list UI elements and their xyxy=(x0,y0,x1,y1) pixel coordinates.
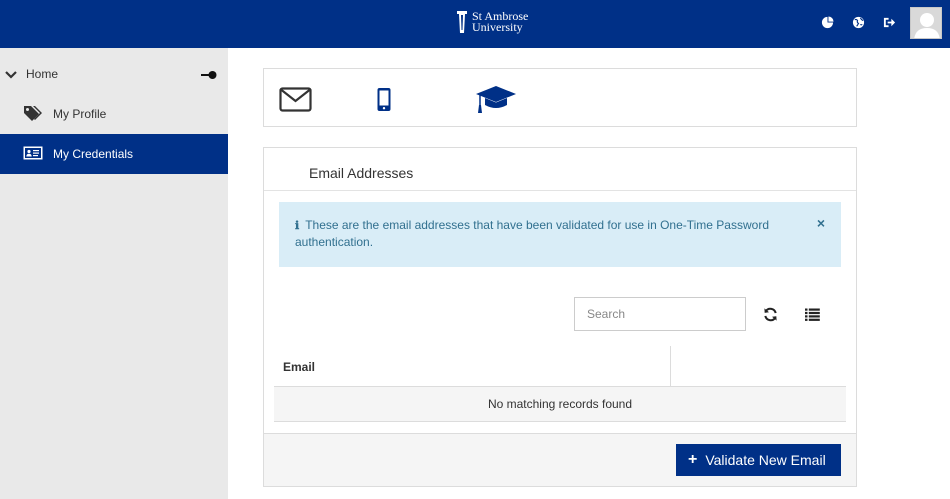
panel-footer: + Validate New Email xyxy=(264,433,856,486)
main-content: Email Addresses ℹ These are the email add… xyxy=(228,48,950,499)
table-header-row: Email xyxy=(274,346,846,387)
columns-button[interactable] xyxy=(804,306,820,322)
envelope-icon xyxy=(279,87,312,112)
tab-email[interactable] xyxy=(279,87,312,115)
column-header-email[interactable]: Email xyxy=(283,360,315,374)
panel-title: Email Addresses xyxy=(309,165,414,181)
refresh-icon xyxy=(763,307,777,321)
mobile-icon xyxy=(377,88,391,111)
user-avatar[interactable] xyxy=(910,7,942,39)
sidebar-item-my-profile[interactable]: My Profile xyxy=(0,94,228,134)
tab-mobile[interactable] xyxy=(376,87,392,115)
info-icon: ℹ xyxy=(295,219,300,232)
email-addresses-panel: Email Addresses ℹ These are the email add… xyxy=(263,147,857,487)
alert-message: ℹ These are the email addresses that have… xyxy=(295,217,795,251)
alert-text: These are the email addresses that have … xyxy=(295,218,769,249)
header-actions xyxy=(820,15,896,29)
column-divider xyxy=(670,346,671,387)
close-icon[interactable]: × xyxy=(817,216,825,230)
chevron-down-icon xyxy=(5,71,17,79)
logo-line-2: University xyxy=(472,20,523,34)
graduation-cap-icon xyxy=(476,86,516,113)
logo-mark-icon xyxy=(457,11,467,33)
credential-type-tabs xyxy=(263,68,857,127)
sidebar-item-my-credentials[interactable]: My Credentials xyxy=(0,134,228,174)
empty-table-message: No matching records found xyxy=(487,397,633,411)
sidebar-item-label: My Credentials xyxy=(53,147,134,161)
top-bar: St Ambrose University xyxy=(0,0,950,48)
table-row: No matching records found xyxy=(274,387,846,422)
panel-header: Email Addresses xyxy=(264,148,856,191)
sidebar-item-label: Home xyxy=(26,67,59,81)
tags-icon xyxy=(24,106,42,121)
refresh-button[interactable] xyxy=(762,306,778,322)
pie-chart-icon[interactable] xyxy=(820,15,834,29)
sidebar-item-home[interactable]: Home xyxy=(0,64,228,86)
logo-text: St Ambrose University xyxy=(472,10,528,34)
id-card-icon xyxy=(23,146,43,160)
tab-education[interactable] xyxy=(475,84,517,117)
sidebar: Home My Profile My Credentials xyxy=(0,48,228,499)
user-silhouette-icon xyxy=(914,13,940,38)
list-icon xyxy=(804,308,820,321)
plus-icon: + xyxy=(688,451,698,468)
validate-button-label: Validate New Email xyxy=(705,452,826,468)
validate-new-email-button[interactable]: + Validate New Email xyxy=(676,444,841,476)
university-logo[interactable]: St Ambrose University xyxy=(456,8,528,36)
info-alert: ℹ These are the email addresses that have… xyxy=(279,202,841,267)
sign-out-icon[interactable] xyxy=(882,15,896,29)
search-input[interactable] xyxy=(574,297,746,331)
sidebar-item-label: My Profile xyxy=(53,107,107,121)
pin-icon[interactable] xyxy=(201,70,217,80)
globe-icon[interactable] xyxy=(851,15,865,29)
